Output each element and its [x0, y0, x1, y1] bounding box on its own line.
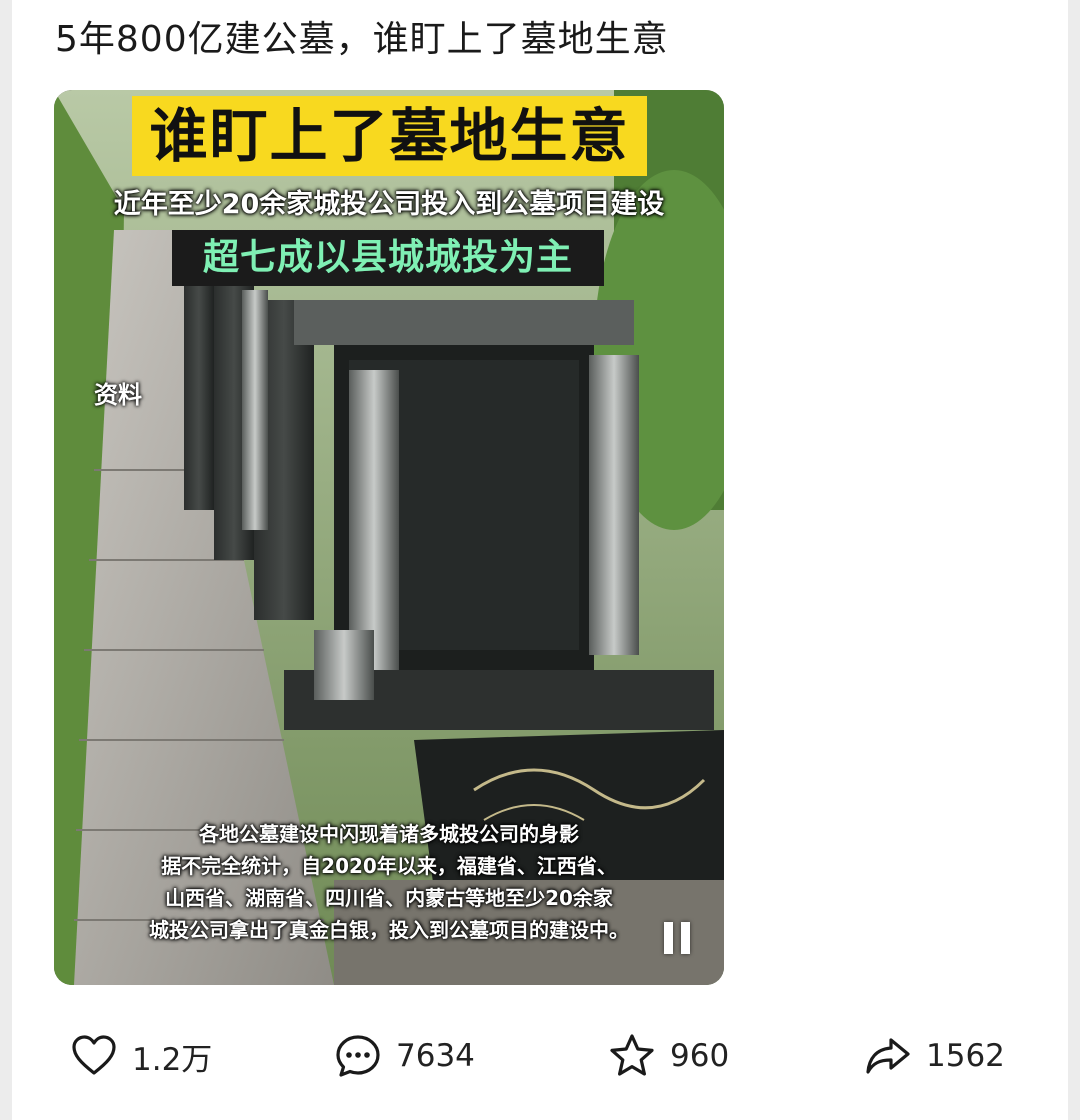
share-count: 1562 [926, 1038, 1005, 1074]
caption-line: 城投公司拿出了真金白银，投入到公墓项目的建设中。 [149, 918, 629, 942]
favorite-button[interactable]: 960 [608, 1028, 729, 1084]
video-caption: 各地公墓建设中闪现着诸多城投公司的身影 据不完全统计，自2020年以来，福建省、… [54, 818, 724, 946]
share-button[interactable]: 1562 [864, 1028, 1005, 1084]
video-headline: 谁盯上了墓地生意 [132, 96, 647, 176]
source-tag: 资料 [94, 381, 142, 409]
heart-icon [72, 1035, 116, 1075]
like-count: 1.2万 [132, 1041, 213, 1078]
comment-icon [336, 1035, 380, 1077]
post-title: 5年800亿建公墓，谁盯上了墓地生意 [55, 19, 669, 60]
post-card: 5年800亿建公墓，谁盯上了墓地生意 谁盯上了墓地生意 近年至少20余家城投公司… [12, 0, 1068, 1120]
caption-line: 据不完全统计，自2020年以来，福建省、江西省、 [161, 854, 617, 878]
action-bar: 1.2万 7634 960 1562 [12, 1028, 1068, 1084]
caption-line: 山西省、湖南省、四川省、内蒙古等地至少20余家 [165, 886, 613, 910]
video-player[interactable]: 谁盯上了墓地生意 近年至少20余家城投公司投入到公墓项目建设 超七成以县城城投为… [54, 90, 724, 985]
pause-button[interactable] [660, 922, 694, 954]
comment-count: 7634 [396, 1038, 475, 1074]
star-icon [610, 1034, 654, 1076]
caption-line: 各地公墓建设中闪现着诸多城投公司的身影 [199, 822, 579, 846]
pause-icon [664, 922, 673, 954]
video-subtitle-1: 近年至少20余家城投公司投入到公墓项目建设 [113, 189, 665, 220]
video-subtitle-2: 超七成以县城城投为主 [172, 230, 604, 286]
share-icon [866, 1038, 910, 1074]
like-button[interactable]: 1.2万 [70, 1028, 212, 1084]
comment-button[interactable]: 7634 [334, 1028, 475, 1084]
favorite-count: 960 [670, 1038, 730, 1074]
